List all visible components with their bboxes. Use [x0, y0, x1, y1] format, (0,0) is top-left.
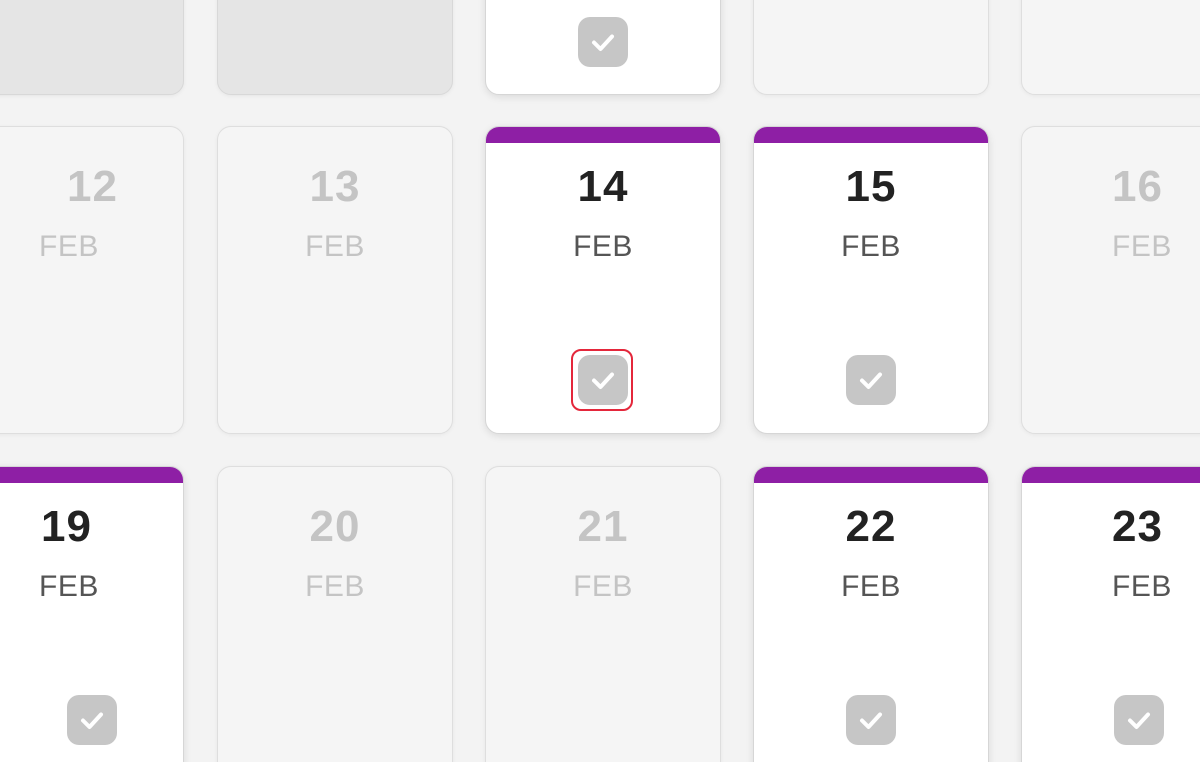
day-card[interactable] [485, 0, 721, 95]
day-card-19[interactable]: 19 FEB [0, 466, 184, 762]
check-icon[interactable] [578, 355, 628, 405]
day-number: 12 [67, 162, 118, 211]
day-number: 21 [577, 502, 629, 551]
day-number: 22 [845, 502, 897, 551]
day-card[interactable] [1021, 0, 1200, 95]
check-icon[interactable] [846, 695, 896, 745]
accent-bar [754, 127, 988, 143]
accent-bar [754, 467, 988, 483]
day-card-12[interactable]: 12 FEB [0, 126, 184, 434]
day-card-15[interactable]: 15 FEB [753, 126, 989, 434]
day-card-16[interactable]: 16 FEB [1021, 126, 1200, 434]
check-icon[interactable] [1114, 695, 1164, 745]
month-label: FEB [39, 570, 99, 603]
month-label: FEB [39, 230, 99, 263]
day-number: 16 [1112, 162, 1163, 211]
month-label: FEB [1112, 230, 1172, 263]
check-icon[interactable] [846, 355, 896, 405]
month-label: FEB [305, 230, 365, 263]
check-icon[interactable] [578, 17, 628, 67]
day-card-20[interactable]: 20 FEB [217, 466, 453, 762]
month-label: FEB [573, 230, 633, 263]
day-card-14[interactable]: 14 FEB [485, 126, 721, 434]
day-card-22[interactable]: 22 FEB [753, 466, 989, 762]
day-card-21[interactable]: 21 FEB [485, 466, 721, 762]
calendar-grid: 12 FEB 13 FEB 14 FEB 15 FEB 16 FEB 19 FE… [0, 0, 1200, 762]
day-card[interactable] [0, 0, 184, 95]
accent-bar [486, 127, 720, 143]
day-number: 23 [1112, 502, 1163, 551]
day-number: 19 [41, 502, 92, 551]
month-label: FEB [573, 570, 633, 603]
day-number: 14 [577, 162, 629, 211]
check-icon[interactable] [67, 695, 117, 745]
accent-bar [0, 467, 183, 483]
month-label: FEB [1112, 570, 1172, 603]
month-label: FEB [841, 570, 901, 603]
day-card[interactable] [753, 0, 989, 95]
accent-bar [1022, 467, 1200, 483]
month-label: FEB [841, 230, 901, 263]
day-number: 20 [309, 502, 361, 551]
day-number: 15 [845, 162, 897, 211]
day-card-23[interactable]: 23 FEB [1021, 466, 1200, 762]
month-label: FEB [305, 570, 365, 603]
day-number: 13 [309, 162, 361, 211]
day-card-13[interactable]: 13 FEB [217, 126, 453, 434]
day-card[interactable] [217, 0, 453, 95]
